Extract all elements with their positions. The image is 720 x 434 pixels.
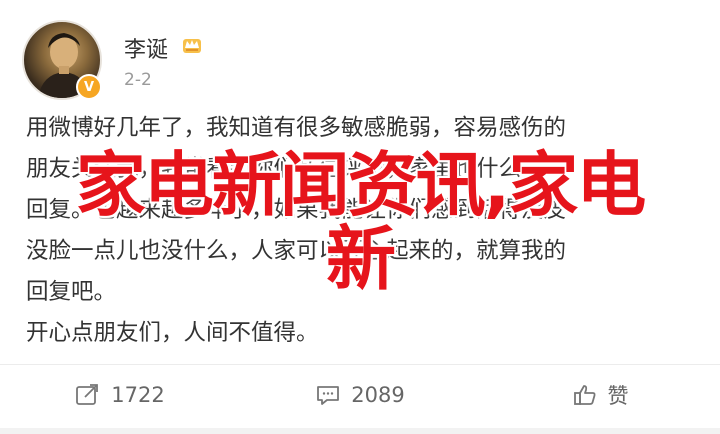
post-time: 2-2 — [124, 70, 152, 90]
verified-v-icon: V — [76, 74, 102, 100]
author-name[interactable]: 李诞 — [124, 32, 168, 64]
thumbs-up-icon — [573, 385, 595, 405]
content-line: 开心点朋友们，人间不值得。 — [26, 320, 319, 346]
like-label: 赞 — [607, 384, 629, 408]
content-line: 用微博好几年了，我知道有很多敏感脆弱，容易感伤的 — [26, 115, 567, 141]
author-avatar[interactable]: V — [22, 20, 102, 100]
bottom-separator — [0, 428, 720, 434]
comment-count: 2089 — [351, 383, 405, 407]
comment-icon — [317, 386, 340, 405]
like-button[interactable]: 赞 — [480, 365, 720, 425]
repost-button[interactable]: 1722 — [0, 365, 240, 425]
post-header: V 李诞 2-2 — [22, 20, 702, 100]
repost-icon — [76, 384, 99, 405]
action-bar: 1722 2089 赞 — [0, 365, 720, 425]
repost-count: 1722 — [111, 383, 165, 407]
comment-button[interactable]: 2089 — [240, 365, 480, 425]
weibo-post-card: V 李诞 2-2 用微博好几年了，我知道有很多敏感脆弱，容易感伤的 朋友关注我，… — [0, 0, 720, 434]
watermark-overlay: 家电新闻资讯,家电 新 — [0, 148, 720, 296]
crown-badge-icon — [183, 39, 201, 53]
watermark-line: 家电新闻资讯,家电 — [75, 144, 647, 226]
watermark-line: 新 — [326, 218, 396, 300]
